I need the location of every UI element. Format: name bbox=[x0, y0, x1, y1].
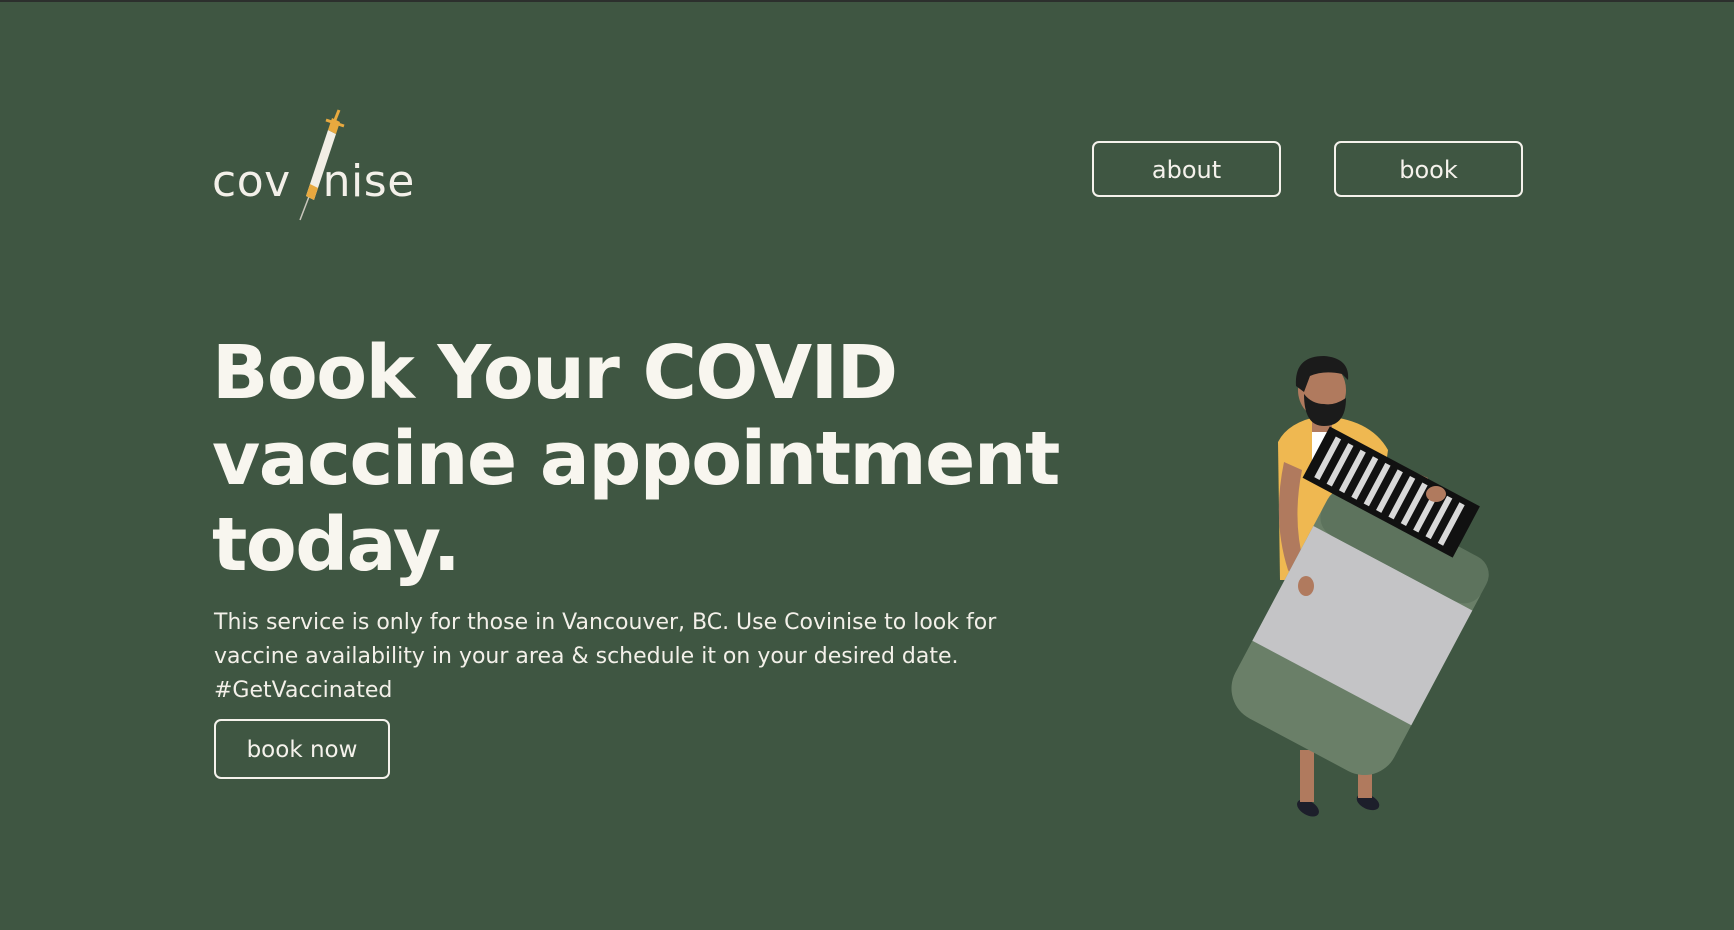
hero-description: This service is only for those in Vancou… bbox=[214, 610, 997, 703]
site-header: cov nise about book bbox=[0, 0, 1734, 240]
covinise-logo[interactable]: cov nise bbox=[212, 108, 414, 228]
nav-about-button[interactable]: about bbox=[1092, 141, 1281, 197]
book-now-button[interactable]: book now bbox=[214, 719, 390, 779]
hero-title: Book Your COVID vaccine appointment toda… bbox=[212, 330, 1060, 588]
person-holding-vaccine-vial-icon bbox=[1231, 356, 1489, 817]
logo-text-left: cov bbox=[212, 156, 291, 207]
nav-book-button[interactable]: book bbox=[1334, 141, 1523, 197]
syringe-icon bbox=[299, 109, 345, 221]
